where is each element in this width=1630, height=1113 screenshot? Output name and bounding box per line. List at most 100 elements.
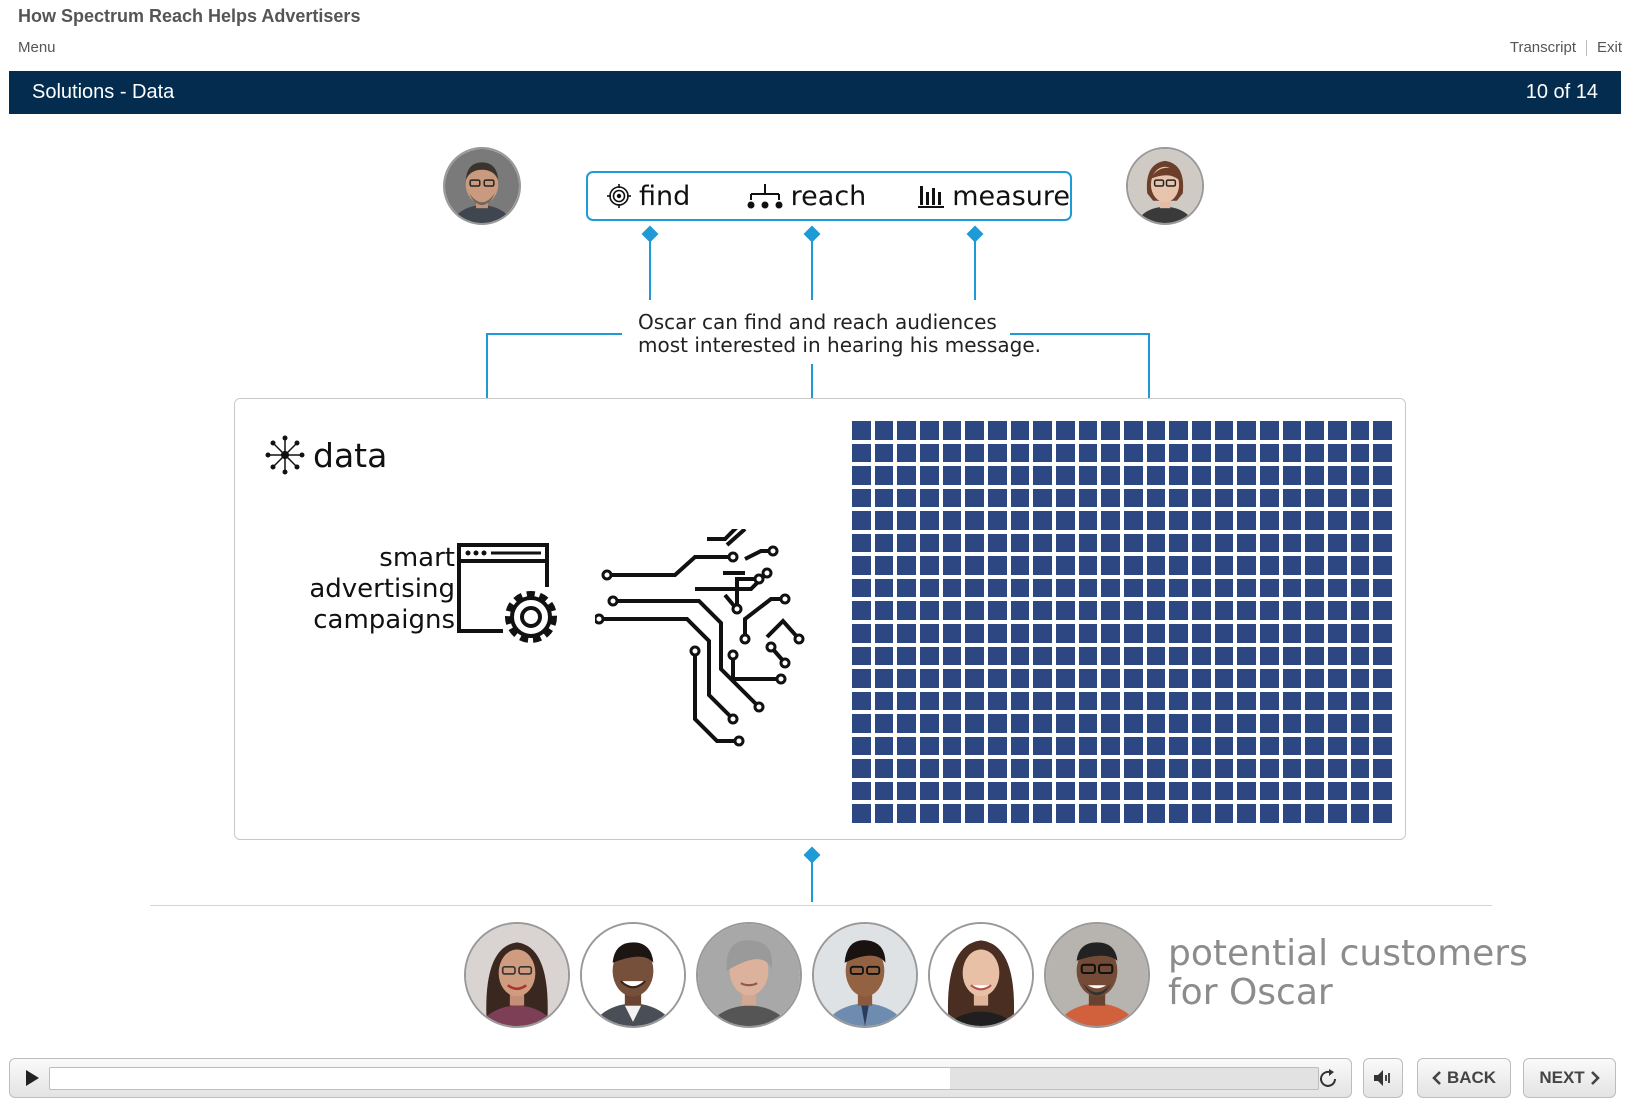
grid-cell [1327, 804, 1347, 823]
grid-cell [1214, 691, 1234, 711]
grid-cell [1259, 466, 1279, 485]
replay-button[interactable] [1317, 1068, 1339, 1095]
smart-campaigns-text: smart advertising campaigns [309, 543, 455, 636]
grid-cell [1373, 804, 1392, 823]
exit-link[interactable]: Exit [1597, 39, 1622, 56]
grid-cell [965, 669, 984, 688]
grid-cell [1123, 714, 1143, 733]
grid-cell [1055, 511, 1075, 530]
grid-cell [874, 646, 894, 666]
grid-cell [897, 781, 916, 801]
grid-cell [987, 601, 1007, 620]
advertiser-avatar [1126, 147, 1204, 225]
grid-cell [1327, 691, 1347, 711]
grid-cell [919, 601, 939, 620]
grid-cell [1305, 669, 1324, 688]
grid-cell [1033, 578, 1052, 598]
bracket-center-vertical [811, 364, 813, 398]
grid-cell [1078, 421, 1098, 440]
grid-cell [1373, 736, 1392, 756]
back-button[interactable]: BACK [1417, 1058, 1511, 1098]
grid-cell [1123, 736, 1143, 756]
grid-cell [1010, 601, 1030, 620]
play-button[interactable] [24, 1069, 40, 1092]
grid-cell [965, 533, 984, 553]
grid-cell [1305, 601, 1324, 620]
grid-cell [1259, 533, 1279, 553]
grid-cell [1169, 736, 1188, 756]
grid-cell [897, 533, 916, 553]
network-icon [747, 184, 783, 209]
grid-cell [852, 488, 871, 508]
grid-cell [1282, 691, 1302, 711]
grid-cell [1237, 443, 1256, 463]
grid-cell [1010, 669, 1030, 688]
grid-cell [919, 781, 939, 801]
grid-cell [965, 804, 984, 823]
grid-cell [965, 759, 984, 778]
customers-connector-line [811, 858, 813, 902]
grid-cell [1327, 556, 1347, 575]
grid-cell [1078, 623, 1098, 643]
grid-cell [852, 804, 871, 823]
grid-cell [1282, 443, 1302, 463]
grid-cell [1033, 601, 1052, 620]
grid-cell [1078, 556, 1098, 575]
grid-cell [1078, 533, 1098, 553]
volume-icon [1374, 1070, 1390, 1086]
grid-cell [852, 556, 871, 575]
progress-track[interactable] [49, 1067, 1319, 1090]
grid-cell [965, 781, 984, 801]
grid-cell [1191, 759, 1211, 778]
grid-cell [1078, 759, 1098, 778]
grid-cell [1237, 511, 1256, 530]
volume-button[interactable] [1363, 1058, 1403, 1098]
grid-cell [1259, 646, 1279, 666]
grid-cell [1237, 714, 1256, 733]
grid-cell [965, 691, 984, 711]
grid-cell [1055, 691, 1075, 711]
bracket-right-top [1010, 333, 1150, 335]
bracket-right-vertical [1148, 333, 1150, 398]
grid-cell [1078, 511, 1098, 530]
find-connector-line [649, 238, 651, 300]
grid-cell [1214, 466, 1234, 485]
measure-label: measure [952, 180, 1070, 212]
grid-cell [1259, 443, 1279, 463]
grid-cell [897, 443, 916, 463]
grid-cell [1033, 533, 1052, 553]
grid-cell [1010, 578, 1030, 598]
grid-cell [1327, 533, 1347, 553]
grid-cell [1305, 691, 1324, 711]
grid-cell [919, 623, 939, 643]
grid-cell [1259, 623, 1279, 643]
smart-line-1: smart [379, 543, 455, 573]
grid-cell [1282, 623, 1302, 643]
grid-cell [874, 759, 894, 778]
grid-cell [1214, 533, 1234, 553]
grid-cell [942, 533, 962, 553]
grid-cell [1078, 669, 1098, 688]
customers-divider [150, 905, 1492, 906]
grid-cell [1010, 714, 1030, 733]
grid-cell [1350, 804, 1370, 823]
smart-line-3: campaigns [313, 605, 455, 635]
course-title: How Spectrum Reach Helps Advertisers [18, 6, 361, 26]
grid-cell [1101, 646, 1120, 666]
grid-cell [919, 804, 939, 823]
grid-cell [1373, 781, 1392, 801]
grid-cell [1373, 443, 1392, 463]
grid-cell [852, 443, 871, 463]
next-button[interactable]: NEXT [1523, 1058, 1616, 1098]
top-links-divider [1585, 39, 1587, 56]
grid-cell [874, 623, 894, 643]
grid-cell [919, 714, 939, 733]
grid-cell [1169, 556, 1188, 575]
grid-cell [942, 736, 962, 756]
transcript-link[interactable]: Transcript [1510, 39, 1576, 56]
grid-cell [1078, 646, 1098, 666]
reach-label: reach [790, 180, 867, 212]
grid-cell [1237, 623, 1256, 643]
grid-cell [1373, 511, 1392, 530]
menu-link[interactable]: Menu [18, 39, 56, 56]
